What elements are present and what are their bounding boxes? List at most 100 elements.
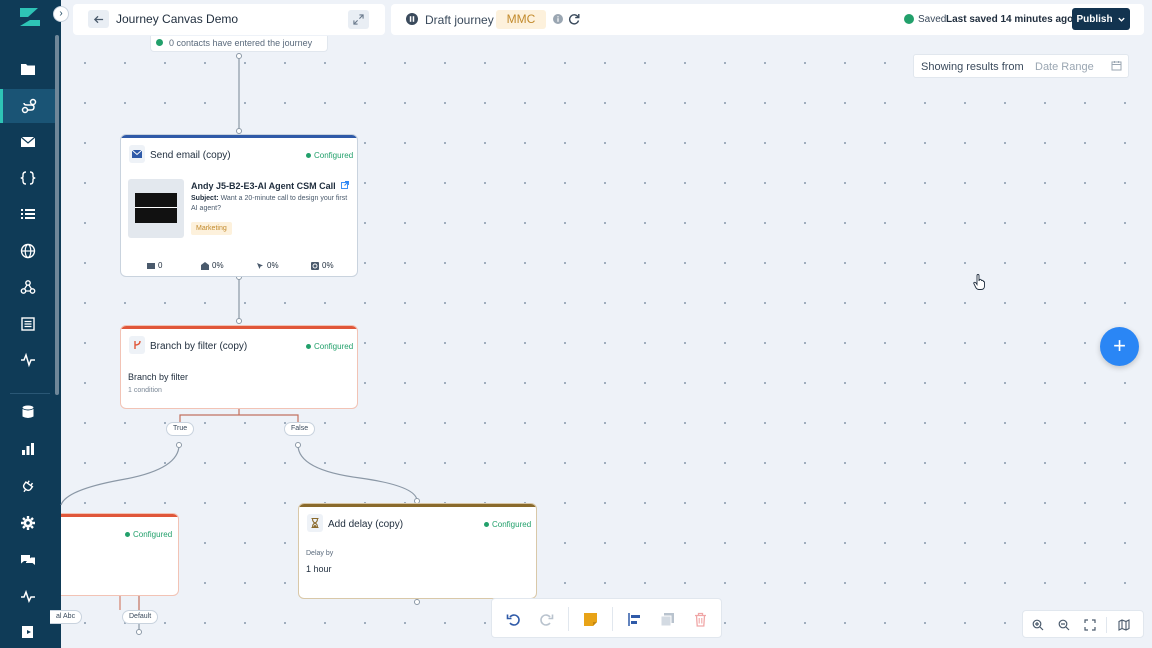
node-status-badge: Configured [484,520,531,529]
delay-by-label: Delay by [306,550,334,557]
redo-button[interactable] [537,610,555,628]
node-status-badge: Configured [306,151,353,160]
delay-value: 1 hour [306,564,332,574]
journey-entry-trigger[interactable]: 0 contacts have entered the journey [150,36,328,52]
zoom-in-icon [1032,619,1044,631]
arrow-left-icon [93,15,104,23]
undo-button[interactable] [504,610,522,628]
journey-status-bar: Draft journey MMC Saved Last saved 14 mi… [391,4,1144,35]
align-left-icon [627,612,640,626]
node-color-bar [61,514,178,517]
node-title: Send email (copy) [150,150,231,161]
node-status-badge: Configured [306,342,353,351]
sidebar-collapse-button[interactable]: › [53,6,69,22]
chevron-down-icon [1117,17,1125,22]
journey-header: Journey Canvas Demo [73,4,385,35]
mail-icon [132,150,142,158]
zoom-out-icon [1058,619,1070,631]
back-button[interactable] [88,10,109,28]
email-subject: Subject: Want a 20-minute call to design… [191,194,351,214]
branch-filter-node[interactable]: Branch by filter (copy) Configured Branc… [120,325,358,409]
mail-icon [147,262,155,269]
edge-label-default[interactable]: Default [122,610,159,624]
zoom-divider [1106,617,1107,633]
add-delay-node[interactable]: Add delay (copy) Configured Delay by 1 h… [298,503,537,599]
edge-label-false[interactable]: False [284,422,316,436]
branch-true-node[interactable]: Configured [61,513,179,596]
node-color-bar [299,504,536,507]
stat-clicked: 0% [256,261,279,270]
sticky-note-icon [583,612,597,626]
fit-view-button[interactable] [1082,617,1098,633]
zoom-controls [1022,610,1144,638]
external-link-icon[interactable] [341,181,350,189]
undo-icon [506,613,520,626]
hand-cursor-icon [973,274,985,290]
duplicate-button[interactable] [658,610,676,628]
branch-label: Branch by filter [128,372,189,382]
stat-unsubscribed: 0% [311,261,334,270]
toolbar-divider [568,607,569,631]
email-template-name[interactable]: Andy J5-B2-E3-AI Agent CSM Call [191,181,350,191]
zoom-out-button[interactable] [1056,617,1072,633]
send-email-node[interactable]: Send email (copy) Configured Andy J5-B2-… [120,134,358,277]
entry-status-icon [156,39,163,46]
subject-label: Subject: [191,195,219,202]
add-step-button[interactable]: + [1100,327,1139,366]
stat-opened-value: 0% [212,261,224,270]
node-status-badge: Configured [125,530,172,539]
copy-icon [660,612,674,626]
entry-count-text: 0 contacts have entered the journey [169,38,313,48]
date-range-filter[interactable]: Showing results from Date Range [913,54,1129,78]
mail-open-icon [201,261,209,270]
align-button[interactable] [625,610,643,628]
cursor-click-icon [257,262,263,269]
journey-title[interactable]: Journey Canvas Demo [116,12,238,26]
mail-block-icon [311,261,319,270]
publish-button[interactable]: Publish [1072,8,1130,30]
zoom-in-button[interactable] [1030,617,1046,633]
node-color-bar [121,135,357,138]
stat-unsubscribed-value: 0% [322,261,334,270]
expand-button[interactable] [348,10,369,29]
redo-icon [539,613,553,626]
hourglass-icon [311,518,319,528]
journey-badge: MMC [496,10,546,29]
saved-status-icon [904,14,914,24]
node-icon-box [129,145,145,163]
trash-icon [694,612,706,627]
results-label: Showing results from [921,61,1024,73]
branch-icon [133,340,141,349]
delete-button[interactable] [691,610,709,628]
refresh-icon[interactable] [568,13,580,25]
last-saved-time: Last saved 14 minutes ago [946,14,1074,25]
toolbar-divider [612,607,613,631]
node-icon-box [129,336,145,354]
fit-screen-icon [1084,619,1096,631]
publish-label: Publish [1076,13,1113,25]
stat-sent: 0 [147,261,162,270]
date-range-input[interactable]: Date Range [1035,61,1094,73]
node-title: Add delay (copy) [328,519,404,530]
saved-label: Saved [918,14,947,25]
edge-label-true[interactable]: True [166,422,195,436]
info-icon[interactable] [553,14,563,24]
node-title: Branch by filter (copy) [150,341,248,352]
calendar-icon[interactable] [1111,60,1122,71]
edge-label-left[interactable]: al Abc [50,610,83,624]
journey-status-label: Draft journey [425,13,494,27]
canvas-toolbar [491,598,722,638]
node-icon-box [307,514,323,532]
stat-clicked-value: 0% [267,261,279,270]
email-preview-thumbnail[interactable] [128,179,184,238]
minimap-button[interactable] [1116,617,1132,633]
email-template-name-text: Andy J5-B2-E3-AI Agent CSM Call [191,181,336,191]
plus-icon: + [1113,333,1126,358]
stat-sent-value: 0 [158,261,163,270]
map-icon [1118,619,1130,631]
expand-icon [353,14,364,25]
add-note-button[interactable] [581,610,599,628]
email-category-badge: Marketing [191,222,232,235]
pause-icon [406,13,418,25]
node-color-bar [121,326,357,329]
